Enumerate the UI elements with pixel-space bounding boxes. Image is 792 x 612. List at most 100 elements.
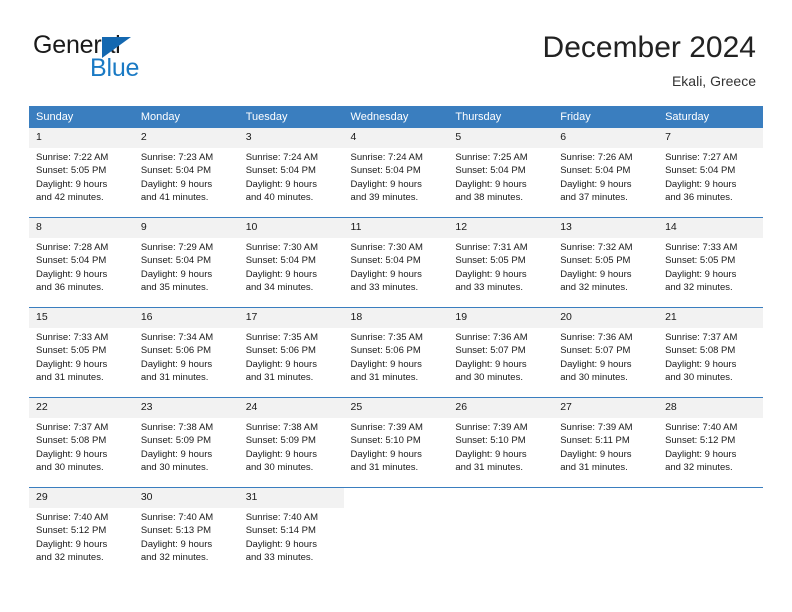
daylight-text-line1: Daylight: 9 hours: [36, 538, 108, 550]
daylight-text-line1: Daylight: 9 hours: [36, 268, 108, 280]
daylight-text-line2: and 33 minutes.: [245, 552, 314, 564]
calendar-day-cell[interactable]: 27 Sunrise: 7:39 AM Sunset: 5:11 PM Dayligh…: [553, 398, 659, 487]
calendar-day-cell[interactable]: 22 Sunrise: 7:37 AM Sunset: 5:08 PM Dayligh…: [29, 398, 134, 487]
daylight-text-line1: Daylight: 9 hours: [245, 268, 317, 280]
day-details: Sunrise: 7:37 AM Sunset: 5:08 PM Daylight:…: [29, 418, 134, 475]
day-details: Sunrise: 7:35 AM Sunset: 5:06 PM Daylight:…: [344, 328, 449, 385]
sunrise-text: Sunrise: 7:36 AM: [455, 332, 528, 343]
sunrise-text: Sunrise: 7:24 AM: [350, 152, 423, 163]
calendar-day-cell[interactable]: 21 Sunrise: 7:37 AM Sunset: 5:08 PM Dayligh…: [658, 308, 763, 397]
daylight-text-line2: and 30 minutes.: [36, 462, 104, 474]
day-details: Sunrise: 7:40 AM Sunset: 5:12 PM Daylight:…: [29, 508, 134, 565]
day-number: 19: [448, 308, 554, 328]
day-details: Sunrise: 7:24 AM Sunset: 5:04 PM Daylight:…: [239, 148, 344, 205]
daylight-text-line1: Daylight: 9 hours: [455, 448, 527, 460]
calendar-day-cell[interactable]: 11 Sunrise: 7:30 AM Sunset: 5:04 PM Dayligh…: [343, 218, 449, 307]
calendar-day-cell[interactable]: 15 Sunrise: 7:33 AM Sunset: 5:05 PM Dayligh…: [29, 308, 134, 397]
calendar-day-cell[interactable]: 24 Sunrise: 7:38 AM Sunset: 5:09 PM Dayligh…: [238, 398, 344, 487]
day-number: 3: [238, 128, 344, 148]
calendar-day-cell[interactable]: 26 Sunrise: 7:39 AM Sunset: 5:10 PM Dayligh…: [448, 398, 554, 487]
sunset-text: Sunset: 5:11 PM: [560, 435, 630, 447]
calendar-day-cell[interactable]: 31 Sunrise: 7:40 AM Sunset: 5:14 PM Dayligh…: [238, 488, 344, 577]
title-block: December 2024 Ekali, Greece: [543, 30, 756, 91]
day-number: 22: [29, 398, 134, 418]
sunrise-text: Sunrise: 7:39 AM: [560, 422, 633, 433]
daylight-text-line2: and 32 minutes.: [36, 552, 104, 564]
daylight-text-line2: and 42 minutes.: [36, 192, 104, 204]
day-details: Sunrise: 7:33 AM Sunset: 5:05 PM Daylight:…: [658, 238, 763, 295]
day-details: Sunrise: 7:30 AM Sunset: 5:04 PM Daylight:…: [239, 238, 344, 295]
calendar-day-cell[interactable]: 28 Sunrise: 7:40 AM Sunset: 5:12 PM Dayligh…: [658, 398, 763, 487]
daylight-text-line2: and 31 minutes.: [560, 462, 628, 474]
calendar-day-cell[interactable]: 5 Sunrise: 7:25 AM Sunset: 5:04 PM Daylight…: [448, 128, 554, 217]
calendar-day-cell[interactable]: 20 Sunrise: 7:36 AM Sunset: 5:07 PM Dayligh…: [553, 308, 659, 397]
daylight-text-line2: and 32 minutes.: [665, 282, 733, 294]
sunset-text: Sunset: 5:10 PM: [455, 435, 526, 447]
day-details: Sunrise: 7:35 AM Sunset: 5:06 PM Daylight:…: [239, 328, 344, 385]
day-number: 20: [553, 308, 659, 328]
sunrise-text: Sunrise: 7:40 AM: [245, 512, 319, 523]
calendar-day-cell[interactable]: 18 Sunrise: 7:35 AM Sunset: 5:06 PM Dayligh…: [343, 308, 449, 397]
day-details: Sunrise: 7:36 AM Sunset: 5:07 PM Daylight:…: [553, 328, 658, 385]
day-details: Sunrise: 7:24 AM Sunset: 5:04 PM Daylight:…: [344, 148, 449, 205]
sunrise-text: Sunrise: 7:39 AM: [455, 422, 528, 433]
daylight-text-line2: and 30 minutes.: [455, 372, 523, 384]
sunset-text: Sunset: 5:12 PM: [36, 525, 107, 537]
day-details: Sunrise: 7:32 AM Sunset: 5:05 PM Daylight:…: [553, 238, 658, 295]
daylight-text-line1: Daylight: 9 hours: [36, 358, 108, 370]
daylight-text-line2: and 33 minutes.: [455, 282, 523, 294]
day-details: Sunrise: 7:29 AM Sunset: 5:04 PM Daylight:…: [134, 238, 239, 295]
daylight-text-line1: Daylight: 9 hours: [140, 448, 213, 460]
calendar-week-row: 29 Sunrise: 7:40 AM Sunset: 5:12 PM Dayligh…: [29, 487, 763, 577]
day-number: [343, 488, 449, 508]
sunrise-text: Sunrise: 7:22 AM: [36, 152, 109, 163]
sunset-text: Sunset: 5:06 PM: [350, 345, 421, 357]
daylight-text-line1: Daylight: 9 hours: [560, 358, 632, 370]
calendar-day-cell[interactable]: 1 Sunrise: 7:22 AM Sunset: 5:05 PM Daylight…: [29, 128, 134, 217]
daylight-text-line2: and 31 minutes.: [455, 462, 523, 474]
calendar-day-cell[interactable]: 3 Sunrise: 7:24 AM Sunset: 5:04 PM Daylight…: [238, 128, 344, 217]
calendar-day-cell[interactable]: 17 Sunrise: 7:35 AM Sunset: 5:06 PM Dayligh…: [238, 308, 344, 397]
day-details: Sunrise: 7:40 AM Sunset: 5:12 PM Daylight:…: [658, 418, 763, 475]
sunset-text: Sunset: 5:08 PM: [665, 345, 736, 357]
calendar-day-cell[interactable]: 10 Sunrise: 7:30 AM Sunset: 5:04 PM Dayligh…: [238, 218, 344, 307]
sunrise-text: Sunrise: 7:27 AM: [665, 152, 738, 163]
calendar-day-cell[interactable]: 25 Sunrise: 7:39 AM Sunset: 5:10 PM Dayligh…: [343, 398, 449, 487]
sunset-text: Sunset: 5:04 PM: [140, 255, 212, 267]
calendar-day-cell[interactable]: 23 Sunrise: 7:38 AM Sunset: 5:09 PM Dayligh…: [133, 398, 239, 487]
calendar-day-cell[interactable]: 2 Sunrise: 7:23 AM Sunset: 5:04 PM Daylight…: [133, 128, 239, 217]
day-details: Sunrise: 7:38 AM Sunset: 5:09 PM Daylight:…: [239, 418, 344, 475]
calendar-day-cell[interactable]: 16 Sunrise: 7:34 AM Sunset: 5:06 PM Dayligh…: [133, 308, 239, 397]
daylight-text-line1: Daylight: 9 hours: [560, 268, 632, 280]
sunrise-text: Sunrise: 7:23 AM: [140, 152, 214, 163]
calendar-day-cell[interactable]: 8 Sunrise: 7:28 AM Sunset: 5:04 PM Daylight…: [29, 218, 134, 307]
calendar-day-cell[interactable]: 13 Sunrise: 7:32 AM Sunset: 5:05 PM Dayligh…: [553, 218, 659, 307]
sunset-text: Sunset: 5:06 PM: [245, 345, 316, 357]
sunset-text: Sunset: 5:05 PM: [665, 255, 736, 267]
day-details: Sunrise: 7:22 AM Sunset: 5:05 PM Daylight:…: [29, 148, 134, 205]
day-details: Sunrise: 7:28 AM Sunset: 5:04 PM Daylight:…: [29, 238, 134, 295]
daylight-text-line2: and 33 minutes.: [350, 282, 419, 294]
calendar-day-cell-empty: [343, 488, 449, 577]
calendar-day-cell[interactable]: 29 Sunrise: 7:40 AM Sunset: 5:12 PM Dayligh…: [29, 488, 134, 577]
daylight-text-line1: Daylight: 9 hours: [245, 178, 317, 190]
calendar-day-cell[interactable]: 30 Sunrise: 7:40 AM Sunset: 5:13 PM Dayligh…: [133, 488, 239, 577]
daylight-text-line1: Daylight: 9 hours: [665, 178, 737, 190]
calendar-day-cell[interactable]: 4 Sunrise: 7:24 AM Sunset: 5:04 PM Daylight…: [343, 128, 449, 217]
weekday-header-sunday: Sunday: [29, 106, 134, 128]
calendar-day-cell[interactable]: 19 Sunrise: 7:36 AM Sunset: 5:07 PM Dayligh…: [448, 308, 554, 397]
general-blue-logo[interactable]: General Blue: [33, 33, 203, 85]
calendar-week-row: 8 Sunrise: 7:28 AM Sunset: 5:04 PM Daylight…: [29, 217, 763, 308]
day-number: [448, 488, 554, 508]
daylight-text-line1: Daylight: 9 hours: [350, 268, 422, 280]
calendar-day-cell[interactable]: 6 Sunrise: 7:26 AM Sunset: 5:04 PM Daylight…: [553, 128, 659, 217]
daylight-text-line1: Daylight: 9 hours: [245, 358, 317, 370]
daylight-text-line1: Daylight: 9 hours: [140, 538, 213, 550]
calendar-day-cell[interactable]: 12 Sunrise: 7:31 AM Sunset: 5:05 PM Dayligh…: [448, 218, 554, 307]
calendar-day-cell[interactable]: 7 Sunrise: 7:27 AM Sunset: 5:04 PM Daylight…: [658, 128, 763, 217]
calendar-day-cell[interactable]: 9 Sunrise: 7:29 AM Sunset: 5:04 PM Daylight…: [133, 218, 239, 307]
calendar-day-cell[interactable]: 14 Sunrise: 7:33 AM Sunset: 5:05 PM Dayligh…: [658, 218, 763, 307]
daylight-text-line1: Daylight: 9 hours: [36, 178, 108, 190]
day-number: 25: [343, 398, 449, 418]
calendar-week-row: 22 Sunrise: 7:37 AM Sunset: 5:08 PM Dayligh…: [29, 397, 763, 488]
